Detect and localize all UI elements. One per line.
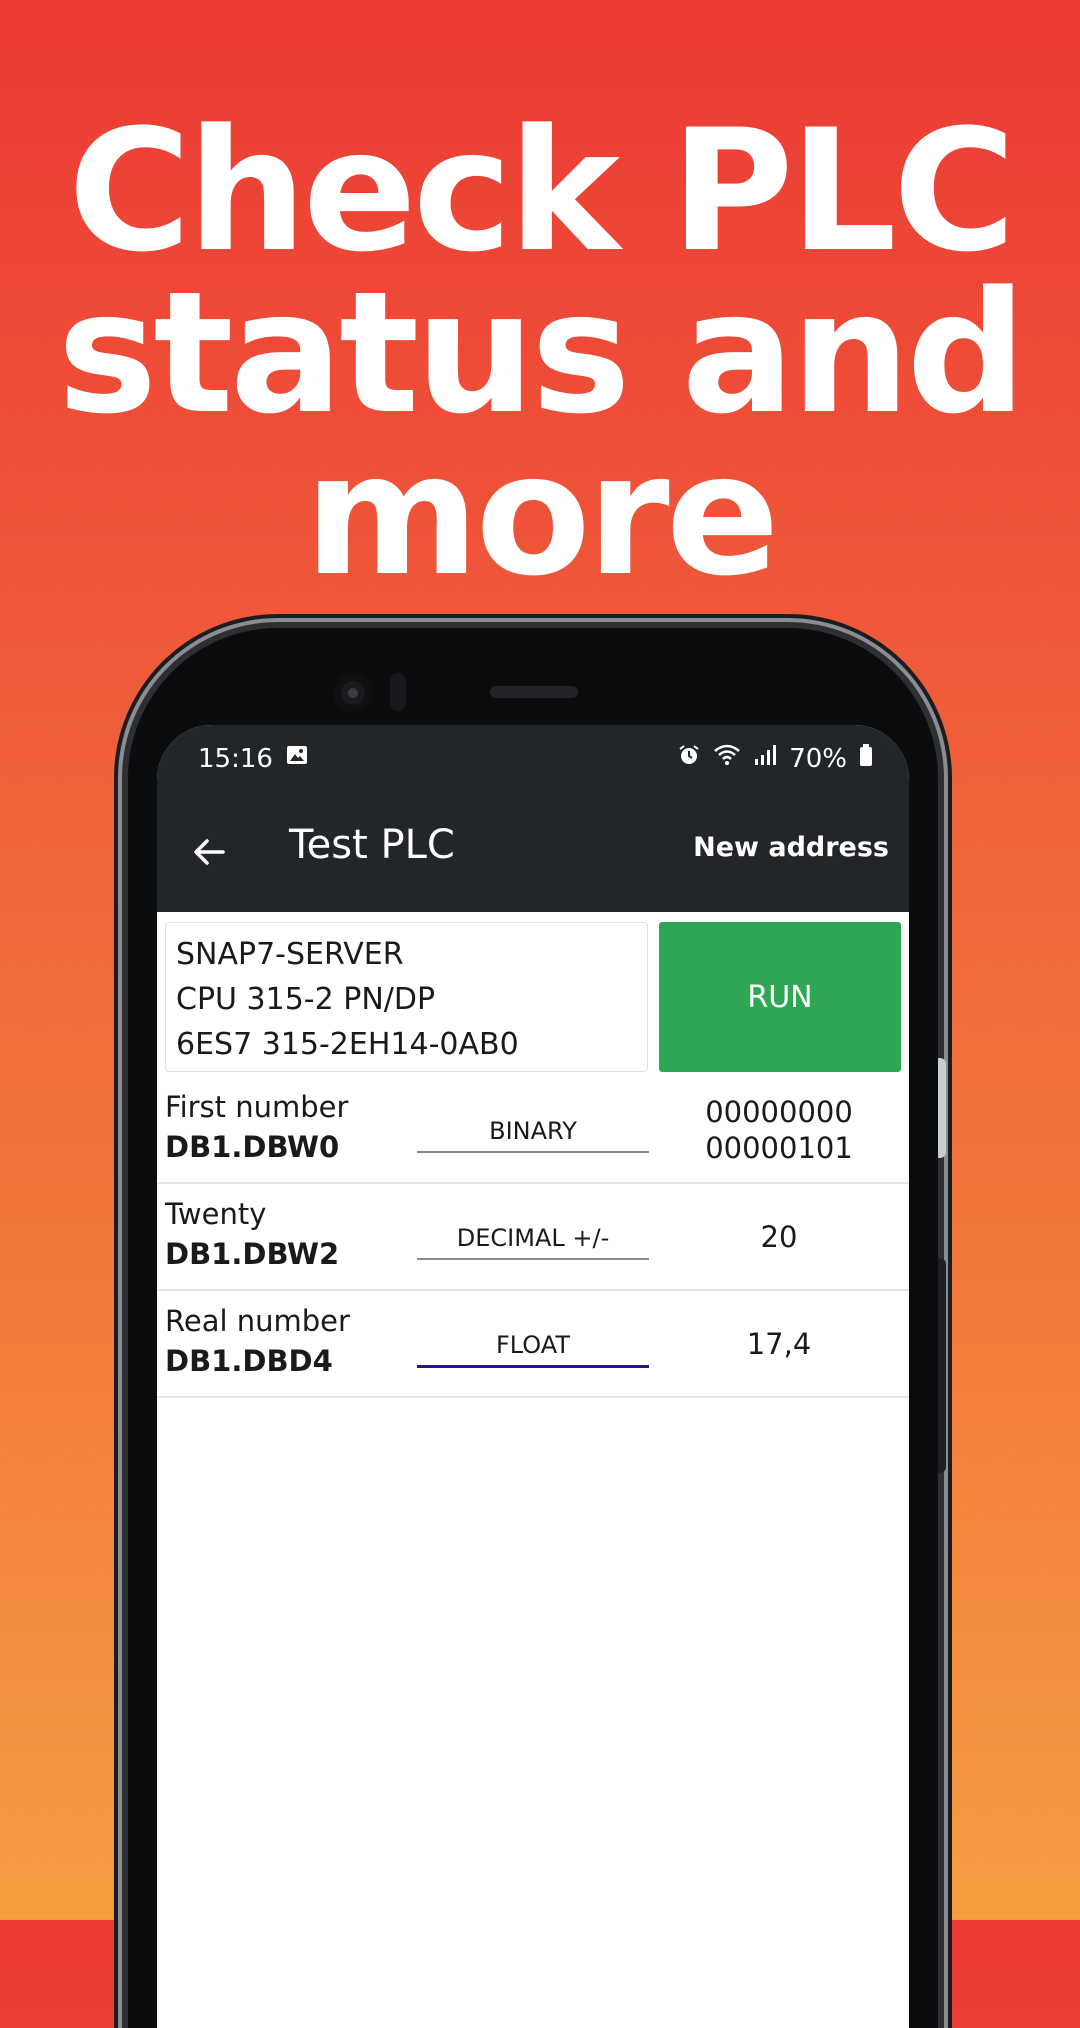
variable-value: 00000000 00000101 — [657, 1077, 901, 1182]
plc-state-button[interactable]: RUN — [659, 922, 901, 1072]
plc-order-number: 6ES7 315-2EH14-0AB0 — [176, 1027, 519, 1062]
front-camera — [333, 673, 373, 713]
variable-address: DB1.DBW2 — [165, 1237, 340, 1271]
format-selector[interactable]: BINARY — [417, 1111, 649, 1153]
plc-info-row: SNAP7-SERVER CPU 315-2 PN/DP 6ES7 315-2E… — [157, 912, 909, 1077]
earpiece — [490, 686, 578, 698]
variable-name: First number — [165, 1090, 349, 1124]
variable-value-line-2: 00000101 — [705, 1130, 853, 1165]
phone-frame: 15:16 70% Test PLC New address SNAP7-SER… — [128, 628, 946, 2028]
variable-value-line-1: 00000000 — [705, 1094, 853, 1129]
headline-line-1: Check PLC — [67, 93, 1016, 289]
variable-value: 20 — [657, 1184, 901, 1289]
volume-button — [938, 1058, 946, 1158]
variable-name: Real number — [165, 1304, 350, 1338]
back-arrow-icon[interactable] — [187, 830, 231, 874]
power-button — [938, 1258, 946, 1473]
headline: Check PLC status and more — [0, 93, 1080, 613]
alarm-icon — [677, 743, 701, 774]
plc-server-name: SNAP7-SERVER — [176, 937, 404, 972]
variable-row[interactable]: Twenty DB1.DBW2 DECIMAL +/- 20 — [157, 1184, 909, 1291]
headline-line-3: more — [304, 417, 779, 613]
variable-row[interactable]: Real number DB1.DBD4 FLOAT 17,4 — [157, 1291, 909, 1398]
variable-name: Twenty — [165, 1197, 267, 1231]
plc-cpu-model: CPU 315-2 PN/DP — [176, 982, 436, 1017]
battery-icon — [859, 743, 873, 774]
wifi-icon — [713, 743, 741, 774]
headline-line-2: status and — [57, 255, 1026, 451]
new-address-button[interactable]: New address — [693, 832, 889, 863]
phone-screen: 15:16 70% Test PLC New address SNAP7-SER… — [157, 725, 909, 2028]
variable-address: DB1.DBD4 — [165, 1344, 333, 1378]
status-bar: 15:16 70% — [157, 725, 909, 792]
format-selector[interactable]: FLOAT — [417, 1325, 649, 1368]
image-icon — [285, 743, 309, 774]
status-time: 15:16 — [198, 743, 273, 774]
signal-icon — [753, 743, 777, 774]
page-title: Test PLC — [289, 822, 455, 868]
app-bar: Test PLC New address — [157, 792, 909, 912]
variable-value: 17,4 — [657, 1291, 901, 1396]
proximity-sensor — [390, 673, 406, 711]
battery-level: 70% — [789, 743, 847, 774]
variable-row[interactable]: First number DB1.DBW0 BINARY 00000000 00… — [157, 1077, 909, 1184]
format-selector[interactable]: DECIMAL +/- — [417, 1218, 649, 1260]
variable-value-line-1: 20 — [760, 1219, 798, 1254]
plc-info-card: SNAP7-SERVER CPU 315-2 PN/DP 6ES7 315-2E… — [165, 922, 648, 1072]
variable-address: DB1.DBW0 — [165, 1130, 340, 1164]
variable-value-line-1: 17,4 — [746, 1326, 812, 1361]
